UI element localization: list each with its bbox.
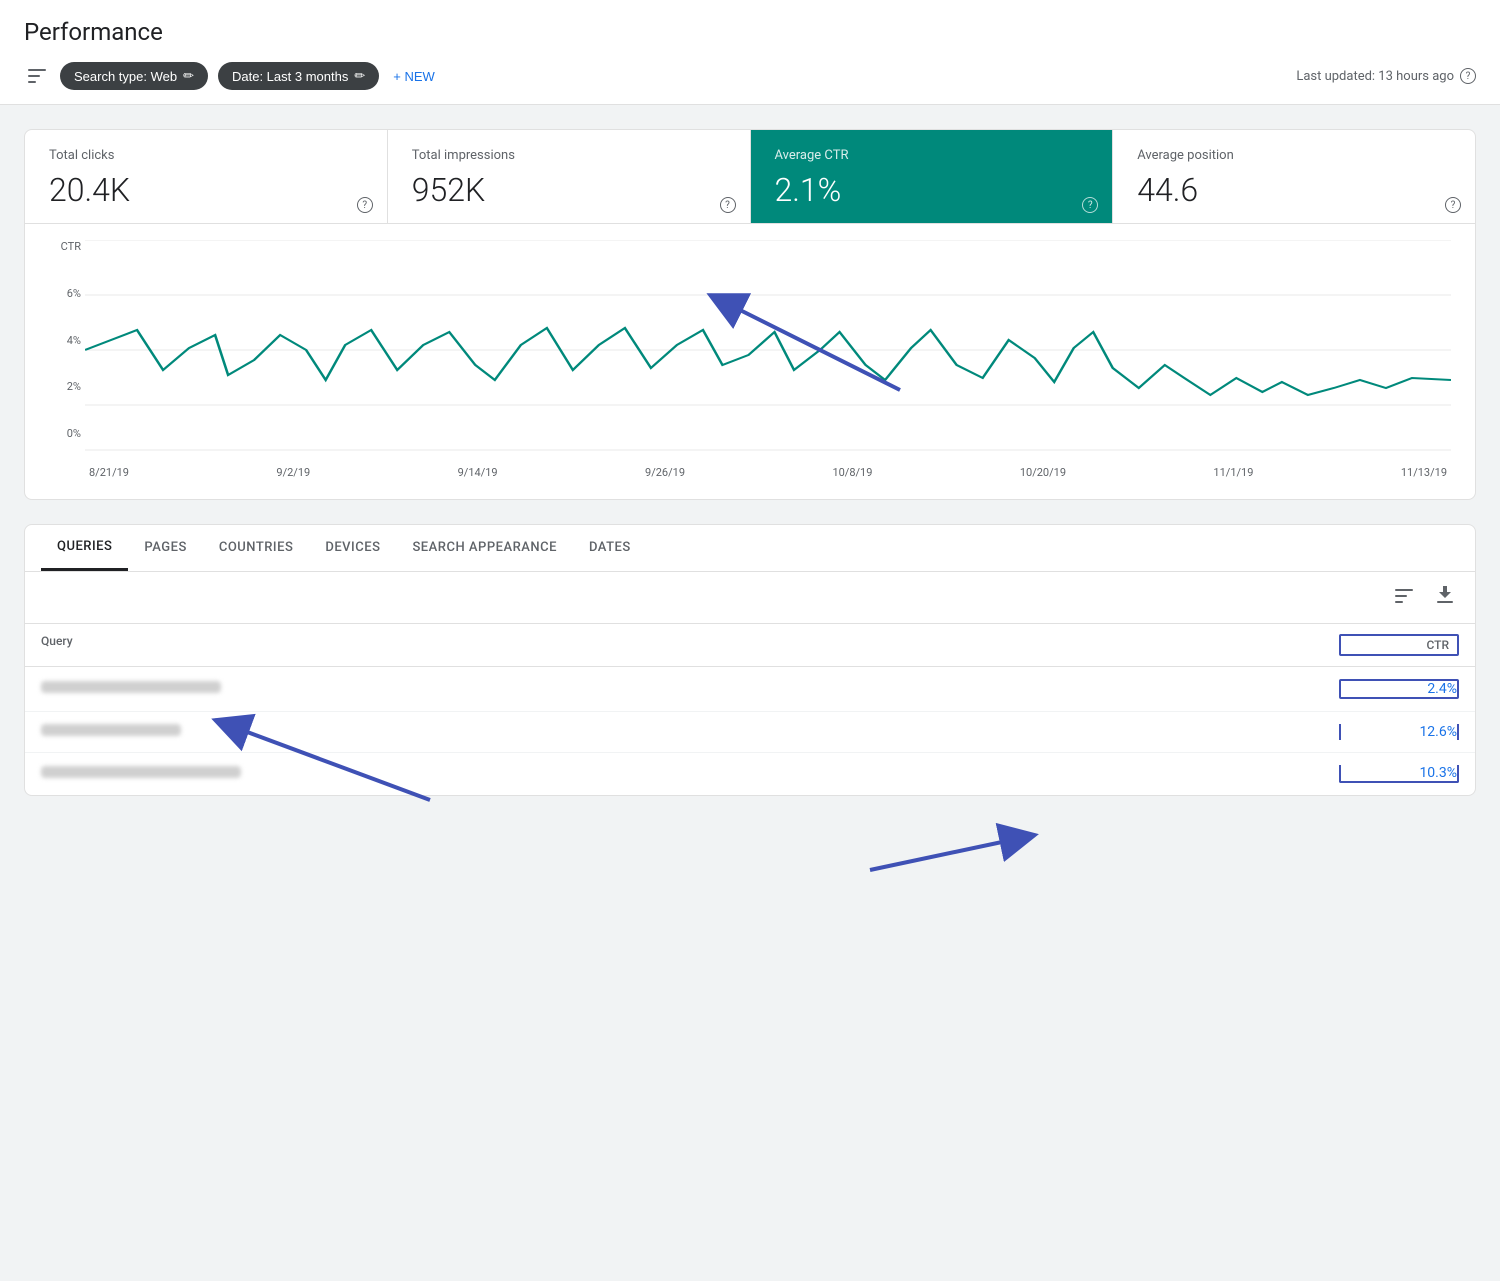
x-label-7: 11/13/19 — [1401, 466, 1447, 479]
chart-y-tick-0: 0% — [49, 427, 81, 440]
x-label-1: 9/2/19 — [276, 466, 310, 479]
last-updated: Last updated: 13 hours ago ? — [1296, 68, 1476, 84]
col-header-query: Query — [41, 634, 1339, 656]
row-ctr-3: 10.3% — [1339, 765, 1459, 783]
tab-queries[interactable]: QUERIES — [41, 525, 128, 571]
metric-average-ctr[interactable]: Average CTR 2.1% ? — [751, 130, 1114, 223]
table-row: 2.4% — [25, 667, 1475, 712]
edit-date-icon: ✏ — [354, 68, 365, 84]
blurred-query-1 — [41, 681, 221, 693]
metric-average-position[interactable]: Average position 44.6 ? — [1113, 130, 1475, 223]
main-content: Total clicks 20.4K ? Total impressions 9… — [0, 105, 1500, 844]
table-card: QUERIES PAGES COUNTRIES DEVICES SEARCH A… — [24, 524, 1476, 796]
page-header: Performance Search type: Web ✏ Date: Las… — [0, 0, 1500, 105]
tab-pages[interactable]: PAGES — [128, 526, 202, 571]
chart-y-label: CTR — [49, 240, 81, 253]
col-header-ctr: CTR — [1339, 634, 1459, 656]
date-range-button[interactable]: Date: Last 3 months ✏ — [218, 62, 379, 90]
toolbar: Search type: Web ✏ Date: Last 3 months ✏… — [24, 62, 1476, 90]
new-button[interactable]: + NEW — [393, 69, 435, 84]
tab-search-appearance[interactable]: SEARCH APPEARANCE — [396, 526, 573, 571]
x-label-4: 10/8/19 — [832, 466, 872, 479]
average-position-help-icon[interactable]: ? — [1445, 197, 1461, 213]
search-type-button[interactable]: Search type: Web ✏ — [60, 62, 208, 90]
metric-total-impressions[interactable]: Total impressions 952K ? — [388, 130, 751, 223]
x-label-5: 10/20/19 — [1020, 466, 1066, 479]
total-clicks-help-icon[interactable]: ? — [357, 197, 373, 213]
filter-table-button[interactable] — [1389, 582, 1419, 613]
download-button[interactable] — [1431, 582, 1459, 613]
page-title: Performance — [24, 18, 1476, 46]
edit-search-type-icon: ✏ — [183, 68, 194, 84]
x-label-2: 9/14/19 — [458, 466, 498, 479]
table-row: 12.6% — [25, 712, 1475, 753]
filter-icon-button[interactable] — [24, 65, 50, 87]
tab-countries[interactable]: COUNTRIES — [203, 526, 310, 571]
x-label-0: 8/21/19 — [89, 466, 129, 479]
metrics-row: Total clicks 20.4K ? Total impressions 9… — [25, 130, 1475, 224]
table-header-row: Query CTR — [25, 624, 1475, 667]
x-label-6: 11/1/19 — [1213, 466, 1253, 479]
metrics-chart-card: Total clicks 20.4K ? Total impressions 9… — [24, 129, 1476, 500]
row-query-3 — [41, 766, 1339, 782]
tabs-row: QUERIES PAGES COUNTRIES DEVICES SEARCH A… — [25, 525, 1475, 572]
total-impressions-help-icon[interactable]: ? — [720, 197, 736, 213]
chart-area — [85, 240, 1451, 460]
chart-y-tick-6: 6% — [49, 287, 81, 300]
table-toolbar — [25, 572, 1475, 624]
tab-dates[interactable]: DATES — [573, 526, 647, 571]
chart-y-tick-4: 4% — [49, 334, 81, 347]
row-query-2 — [41, 724, 1339, 740]
table-row: 10.3% — [25, 753, 1475, 795]
blurred-query-3 — [41, 766, 241, 778]
chart-x-labels: 8/21/19 9/2/19 9/14/19 9/26/19 10/8/19 1… — [85, 466, 1451, 479]
last-updated-help-icon[interactable]: ? — [1460, 68, 1476, 84]
chart-container: CTR 6% 4% 2% 0% — [25, 224, 1475, 499]
x-label-3: 9/26/19 — [645, 466, 685, 479]
chart-y-tick-2: 2% — [49, 380, 81, 393]
blurred-query-2 — [41, 724, 181, 736]
row-ctr-2: 12.6% — [1339, 724, 1459, 740]
average-ctr-help-icon[interactable]: ? — [1082, 197, 1098, 213]
metric-total-clicks[interactable]: Total clicks 20.4K ? — [25, 130, 388, 223]
tab-devices[interactable]: DEVICES — [309, 526, 396, 571]
row-query-1 — [41, 681, 1339, 697]
row-ctr-1: 2.4% — [1339, 679, 1459, 699]
